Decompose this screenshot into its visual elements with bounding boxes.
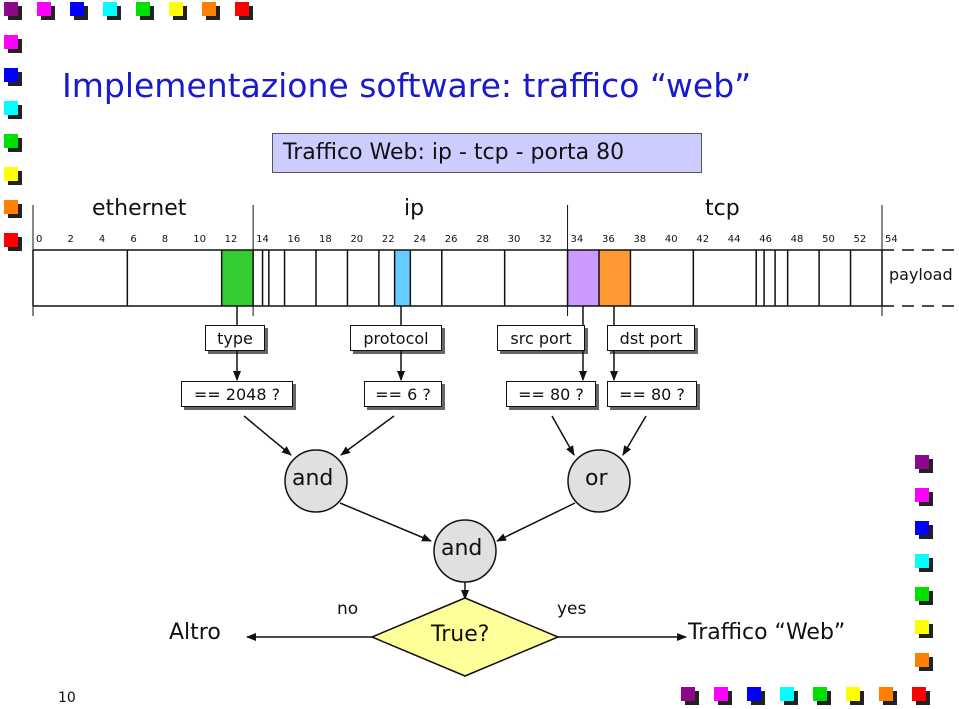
arrow-to-and1-a [243,415,292,456]
arrow-and1-to-and2 [339,502,432,542]
arrow-to-and1-b [340,415,395,456]
result-altro: Altro [169,620,221,645]
arrow-to-or-a [551,415,575,456]
and-node-1-label: and [292,466,334,491]
logic-flow [233,306,687,677]
page-number: 10 [58,690,76,706]
decision-label: True? [431,622,490,647]
and-node-2-label: and [441,536,483,561]
result-traffico-web: Traffico “Web” [688,620,846,645]
arrow-or-to-and2 [496,502,576,542]
yes-label: yes [557,599,587,619]
arrow-to-or-b [622,415,647,456]
no-label: no [337,599,359,619]
or-node-label: or [585,466,608,491]
